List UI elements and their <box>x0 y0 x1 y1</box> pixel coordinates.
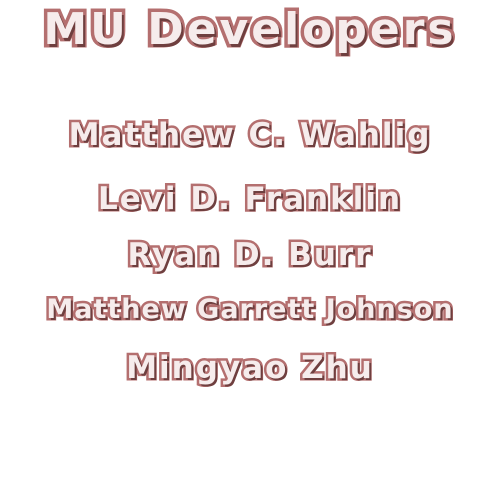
credits-screen: MU Developers Matthew C. Wahlig Levi D. … <box>0 0 500 500</box>
developer-name: Mingyao Zhu <box>124 348 375 389</box>
developer-name: Matthew C. Wahlig <box>66 115 432 156</box>
developer-name: Levi D. Franklin <box>95 179 403 220</box>
developer-list: Matthew C. Wahlig Levi D. Franklin Ryan … <box>0 0 500 500</box>
developer-name: Matthew Garrett Johnson <box>44 292 455 328</box>
developer-name: Ryan D. Burr <box>125 235 373 276</box>
